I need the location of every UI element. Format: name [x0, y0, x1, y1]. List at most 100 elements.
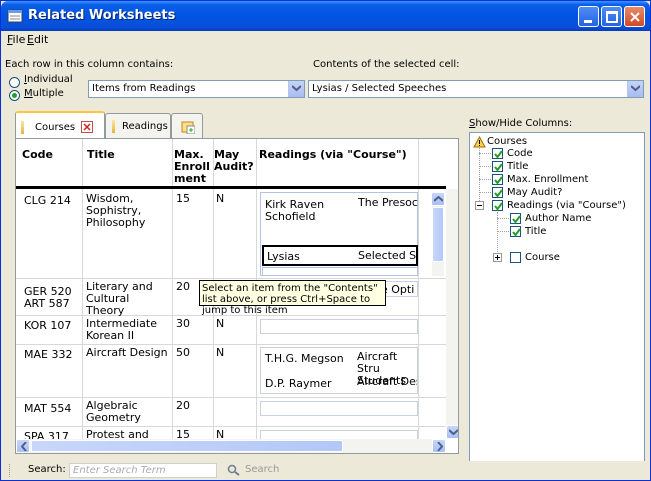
readings-subgrid[interactable]: [260, 430, 418, 439]
close-tab-icon[interactable]: [81, 121, 93, 133]
tree-item-reading-title[interactable]: Title: [525, 226, 546, 237]
tree-item-course[interactable]: Course: [525, 252, 560, 263]
column-header-code[interactable]: Code: [19, 139, 79, 184]
checkbox-course[interactable]: [510, 252, 521, 263]
scroll-left-button[interactable]: [16, 439, 30, 453]
app-icon: [7, 8, 23, 24]
reading-title[interactable]: The Presoc: [358, 197, 418, 209]
cell-max[interactable]: 15: [176, 193, 190, 205]
tree-item-may-audit[interactable]: May Audit?: [507, 187, 562, 198]
cell-title[interactable]: Aircraft Design: [86, 347, 170, 359]
cell-code[interactable]: GER 520 ART 587: [24, 286, 80, 310]
search-input[interactable]: Enter Search Term: [69, 463, 217, 478]
contents-combo[interactable]: Lysias / Selected Speeches: [308, 80, 644, 98]
tab-courses[interactable]: Courses: [15, 111, 105, 138]
column-header-title[interactable]: Title: [84, 139, 170, 184]
header-separator: [16, 186, 446, 189]
checkbox-code[interactable]: [492, 148, 503, 159]
checkbox-author-name[interactable]: [510, 213, 521, 224]
collapse-readings-icon[interactable]: [475, 201, 484, 210]
window-title: Related Worksheets: [28, 8, 176, 23]
new-reading-row[interactable]: [262, 267, 418, 276]
scrollbar-thumb[interactable]: [432, 207, 444, 262]
row-contains-dropdown-button[interactable]: [288, 81, 304, 97]
cell-title[interactable]: Intermediate Korean II: [86, 318, 170, 342]
menu-file[interactable]: File: [7, 33, 25, 46]
checkbox-reading-title[interactable]: [510, 226, 521, 237]
cell-code[interactable]: KOR 107: [24, 320, 71, 332]
cell-audit[interactable]: N: [216, 347, 224, 359]
scroll-right-button[interactable]: [432, 439, 446, 453]
cell-code[interactable]: SPA 317: [24, 431, 69, 440]
cell-max[interactable]: 20: [176, 281, 190, 293]
checkbox-readings[interactable]: [492, 200, 503, 211]
column-header-may-audit[interactable]: May Audit?: [211, 139, 256, 184]
tab-add[interactable]: [171, 113, 203, 138]
column-header-readings[interactable]: Readings (via "Course"): [256, 139, 436, 184]
checkbox-may-audit[interactable]: [492, 187, 503, 198]
cell-max[interactable]: 20: [176, 400, 190, 412]
cell-code[interactable]: CLG 214: [24, 195, 71, 207]
tree-item-readings[interactable]: Readings (via "Course"): [507, 200, 626, 211]
search-icon[interactable]: [227, 464, 241, 476]
tree-item-title[interactable]: Title: [507, 161, 528, 172]
add-worksheet-icon: [181, 121, 195, 134]
cell-title[interactable]: Algebraic Geometry: [86, 400, 170, 424]
contents-dropdown-button[interactable]: [627, 81, 643, 97]
readings-scrollbar[interactable]: [431, 192, 445, 276]
reading-title[interactable]: Aircraft Des: [357, 376, 417, 388]
checkbox-title[interactable]: [492, 161, 503, 172]
tab-readings[interactable]: Readings: [105, 113, 171, 138]
warning-icon: [473, 136, 486, 148]
grid-vertical-scrollbar[interactable]: [446, 189, 458, 439]
tree-item-max-enrollment[interactable]: Max. Enrollment: [507, 174, 588, 185]
title-bar[interactable]: Related Worksheets: [1, 1, 650, 31]
readings-subgrid[interactable]: [260, 319, 418, 334]
tree-connector: [479, 148, 480, 203]
checkbox-max-enrollment[interactable]: [492, 174, 503, 185]
readings-subgrid[interactable]: [260, 401, 418, 416]
reading-author[interactable]: D.P. Raymer: [265, 378, 332, 390]
grid-horizontal-scrollbar[interactable]: [16, 439, 446, 453]
column-header-max-enrollment[interactable]: Max. Enroll ment: [171, 139, 215, 185]
reading-author[interactable]: Lysias: [267, 251, 300, 263]
tab-marker-icon: [21, 121, 24, 134]
tree-item-code[interactable]: Code: [507, 148, 533, 159]
reading-title[interactable]: Selected S: [358, 250, 416, 262]
row-contains-label: Each row in this column contains:: [5, 59, 174, 70]
scroll-up-button[interactable]: [431, 192, 445, 206]
scroll-down-button[interactable]: [446, 425, 458, 439]
radio-multiple[interactable]: [9, 90, 20, 101]
cell-title[interactable]: Literary and Cultural Theory: [86, 281, 170, 317]
radio-individual[interactable]: [9, 77, 20, 88]
reading-author[interactable]: T.H.G. Megson: [265, 353, 344, 365]
cell-code[interactable]: MAE 332: [24, 349, 72, 361]
cell-audit[interactable]: N: [216, 318, 224, 330]
close-button[interactable]: [624, 6, 645, 27]
radio-individual-label[interactable]: Individual: [24, 74, 73, 85]
selected-reading[interactable]: Lysias Selected S: [262, 245, 418, 266]
tab-courses-label: Courses: [35, 122, 76, 133]
cell-title[interactable]: Protest and: [86, 429, 170, 440]
cell-max[interactable]: 15: [176, 429, 190, 440]
menu-edit[interactable]: Edit: [27, 33, 48, 46]
cell-max[interactable]: 50: [176, 347, 190, 359]
maximize-button[interactable]: [601, 6, 622, 27]
cell-max[interactable]: 30: [176, 318, 190, 330]
cell-code[interactable]: MAT 554: [24, 403, 71, 415]
tree-item-author-name[interactable]: Author Name: [525, 213, 591, 224]
tree-root-courses[interactable]: Courses: [487, 136, 527, 147]
reading-author[interactable]: Kirk Raven Schofield: [265, 199, 325, 223]
contents-label: Contents of the selected cell:: [313, 59, 460, 70]
minimize-button[interactable]: [578, 6, 599, 27]
grid-divider: [82, 139, 83, 439]
expand-course-icon[interactable]: [493, 253, 502, 262]
cell-title[interactable]: Wisdom, Sophistry, Philosophy: [86, 193, 170, 229]
search-button[interactable]: Search: [245, 464, 279, 475]
grid-divider: [418, 139, 419, 439]
cell-audit[interactable]: N: [216, 429, 224, 440]
radio-multiple-label[interactable]: Multiple: [24, 88, 64, 99]
scrollbar-thumb[interactable]: [31, 440, 343, 452]
cell-audit[interactable]: N: [216, 193, 224, 205]
row-contains-combo[interactable]: Items from Readings: [88, 80, 305, 98]
